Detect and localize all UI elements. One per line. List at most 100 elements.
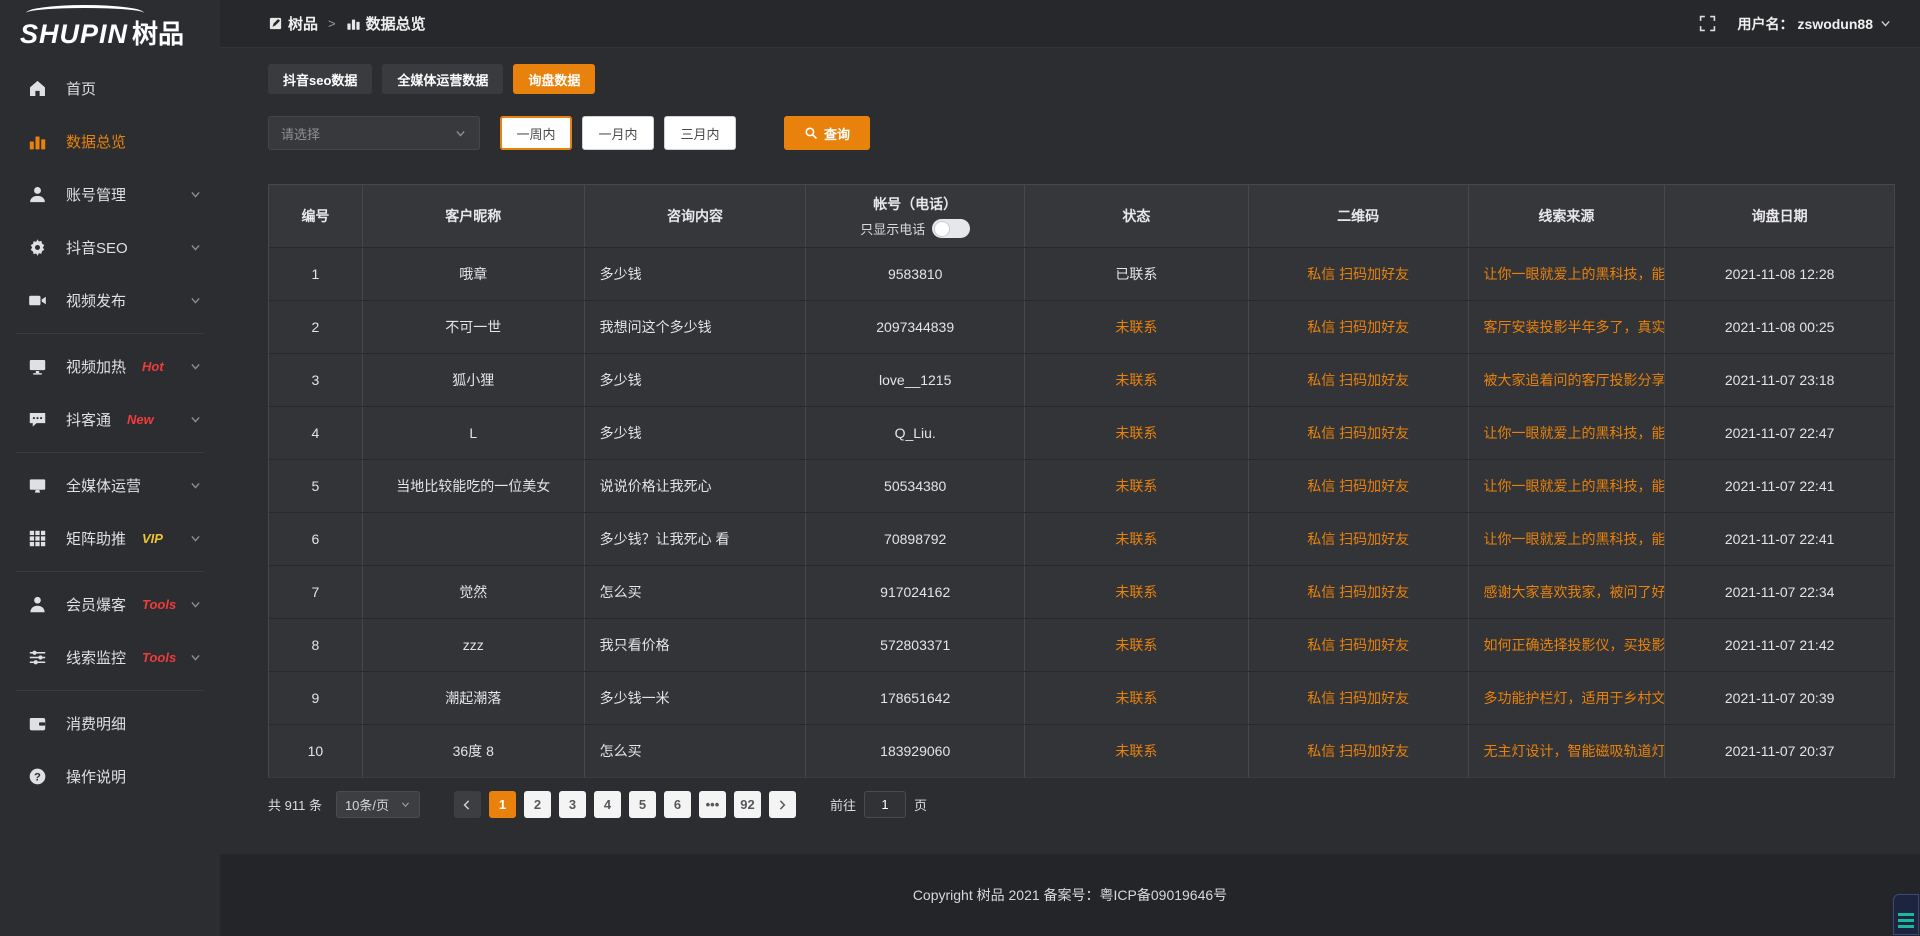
cell-source-link[interactable]: 让你一眼就爱上的黑科技，能... <box>1469 460 1666 512</box>
tab-询盘数据[interactable]: 询盘数据 <box>513 64 595 94</box>
cell-qrcode-link[interactable]: 私信 扫码加好友 <box>1249 460 1469 512</box>
cell-content: 多少钱 <box>585 354 807 406</box>
table-row: 1哦章多少钱9583810已联系私信 扫码加好友让你一眼就爱上的黑科技，能...… <box>269 247 1894 300</box>
page-footer: Copyright 树品 2021 备案号：粤ICP备09019646号 <box>220 854 1920 936</box>
cell-account: love__1215 <box>806 354 1025 406</box>
tab-全媒体运营数据[interactable]: 全媒体运营数据 <box>382 64 503 94</box>
cell-source-link[interactable]: 如何正确选择投影仪，买投影... <box>1469 619 1666 671</box>
cell-qrcode-link[interactable]: 私信 扫码加好友 <box>1249 354 1469 406</box>
cell-id: 10 <box>269 725 363 777</box>
goto-label: 前往 <box>830 795 856 814</box>
breadcrumb-item-home[interactable]: 树品 <box>268 13 318 34</box>
app-logo: SHUPIN树品 <box>0 0 220 56</box>
search-button[interactable]: 查询 <box>784 116 870 150</box>
sidebar-item-video-heat[interactable]: 视频加热Hot <box>0 340 220 393</box>
cell-id: 7 <box>269 566 363 618</box>
breadcrumb-item-current[interactable]: 数据总览 <box>346 13 426 34</box>
sidebar-item-operation-guide[interactable]: ?操作说明 <box>0 750 220 803</box>
home-icon <box>28 79 47 98</box>
next-page-button[interactable] <box>769 791 796 818</box>
cell-status: 已联系 <box>1025 248 1249 300</box>
sidebar-item-label: 矩阵助推 <box>66 528 126 549</box>
chevron-right-icon <box>776 799 788 811</box>
fullscreen-icon[interactable] <box>1699 15 1716 32</box>
table-row: 2不可一世我想问这个多少钱2097344839未联系私信 扫码加好友客厅安装投影… <box>269 300 1894 353</box>
sidebar-item-member-baoke[interactable]: 会员爆客Tools <box>0 578 220 631</box>
table-row: 6多少钱？让我死心 看70898792未联系私信 扫码加好友让你一眼就爱上的黑科… <box>269 512 1894 565</box>
column-header-2: 咨询内容 <box>585 185 807 247</box>
cell-date: 2021-11-07 22:47 <box>1665 407 1894 459</box>
goto-page-input[interactable] <box>864 791 906 818</box>
sidebar-item-home[interactable]: 首页 <box>0 62 220 115</box>
screen-icon <box>28 357 47 376</box>
cell-content: 多少钱 <box>585 248 807 300</box>
cell-source-link[interactable]: 多功能护栏灯，适用于乡村文... <box>1469 672 1666 724</box>
gear-icon <box>28 238 47 257</box>
sidebar-item-data-overview[interactable]: 数据总览 <box>0 115 220 168</box>
phone-toggle-label: 只显示电话 <box>860 219 925 238</box>
inquiry-table: 编号客户昵称咨询内容帐号（电话）只显示电话状态二维码线索来源询盘日期1哦章多少钱… <box>268 184 1895 778</box>
cell-source-link[interactable]: 感谢大家喜欢我家，被问了好... <box>1469 566 1666 618</box>
phone-only-toggle[interactable] <box>932 219 970 238</box>
page-button-5[interactable]: 5 <box>629 791 656 818</box>
page-button-4[interactable]: 4 <box>594 791 621 818</box>
cell-qrcode-link[interactable]: 私信 扫码加好友 <box>1249 407 1469 459</box>
range-button-一月内[interactable]: 一月内 <box>582 116 654 150</box>
sidebar-item-label: 会员爆客 <box>66 594 126 615</box>
cell-source-link[interactable]: 让你一眼就爱上的黑科技，能... <box>1469 513 1666 565</box>
search-button-label: 查询 <box>824 124 850 143</box>
cell-source-link[interactable]: 让你一眼就爱上的黑科技，能... <box>1469 407 1666 459</box>
cell-nickname <box>363 513 585 565</box>
page-button-6[interactable]: 6 <box>664 791 691 818</box>
breadcrumb-label: 数据总览 <box>366 13 426 34</box>
cell-qrcode-link[interactable]: 私信 扫码加好友 <box>1249 619 1469 671</box>
page-button-3[interactable]: 3 <box>559 791 586 818</box>
cell-source-link[interactable]: 无主灯设计，智能磁吸轨道灯... <box>1469 725 1666 777</box>
range-button-三月内[interactable]: 三月内 <box>664 116 736 150</box>
tab-抖音seo数据[interactable]: 抖音seo数据 <box>268 64 372 94</box>
board-icon <box>268 16 283 31</box>
cell-qrcode-link[interactable]: 私信 扫码加好友 <box>1249 725 1469 777</box>
pagination: 共 911 条 10条/页 123456•••92 前往 页 <box>268 791 1895 818</box>
cell-source-link[interactable]: 客厅安装投影半年多了，真实... <box>1469 301 1666 353</box>
cell-qrcode-link[interactable]: 私信 扫码加好友 <box>1249 513 1469 565</box>
cell-qrcode-link[interactable]: 私信 扫码加好友 <box>1249 672 1469 724</box>
sidebar-item-matrix-boost[interactable]: 矩阵助推VIP <box>0 512 220 565</box>
user-menu[interactable]: 用户名： zswodun88 <box>1738 14 1892 34</box>
cell-qrcode-link[interactable]: 私信 扫码加好友 <box>1249 566 1469 618</box>
sidebar-item-douketong[interactable]: 抖客通New <box>0 393 220 446</box>
sidebar-item-media-operation[interactable]: 全媒体运营 <box>0 459 220 512</box>
column-header-0: 编号 <box>269 185 363 247</box>
svg-text:?: ? <box>34 771 41 783</box>
page-button-92[interactable]: 92 <box>734 791 761 818</box>
cell-qrcode-link[interactable]: 私信 扫码加好友 <box>1249 301 1469 353</box>
sidebar-item-account-manage[interactable]: 账号管理 <box>0 168 220 221</box>
sidebar-item-clue-monitor[interactable]: 线索监控Tools <box>0 631 220 684</box>
table-row: 3狐小狸多少钱love__1215未联系私信 扫码加好友被大家追着问的客厅投影分… <box>269 353 1894 406</box>
select-placeholder: 请选择 <box>281 124 320 143</box>
table-row: 4L多少钱Q_Liu.未联系私信 扫码加好友让你一眼就爱上的黑科技，能...20… <box>269 406 1894 459</box>
page-more-button[interactable]: ••• <box>699 791 726 818</box>
range-button-一周内[interactable]: 一周内 <box>500 116 572 150</box>
account-select[interactable]: 请选择 <box>268 116 480 150</box>
page-button-2[interactable]: 2 <box>524 791 551 818</box>
page-button-1[interactable]: 1 <box>489 791 516 818</box>
prev-page-button[interactable] <box>454 791 481 818</box>
cell-source-link[interactable]: 被大家追着问的客厅投影分享... <box>1469 354 1666 406</box>
sidebar-item-consume-detail[interactable]: 消费明细 <box>0 697 220 750</box>
cell-content: 我只看价格 <box>585 619 807 671</box>
sidebar-item-label: 全媒体运营 <box>66 475 141 496</box>
cell-qrcode-link[interactable]: 私信 扫码加好友 <box>1249 248 1469 300</box>
sidebar-item-video-publish[interactable]: 视频发布 <box>0 274 220 327</box>
cell-account: 9583810 <box>806 248 1025 300</box>
chevron-down-icon <box>189 598 202 611</box>
page-size-select[interactable]: 10条/页 <box>336 791 420 818</box>
chart-icon <box>346 16 361 31</box>
sidebar-divider <box>16 333 204 334</box>
floating-widget[interactable] <box>1893 894 1919 935</box>
sidebar-item-douyin-seo[interactable]: 抖音SEO <box>0 221 220 274</box>
cell-status: 未联系 <box>1025 301 1249 353</box>
cell-source-link[interactable]: 让你一眼就爱上的黑科技，能... <box>1469 248 1666 300</box>
logo-arc <box>26 5 144 21</box>
sidebar-item-label: 首页 <box>66 78 96 99</box>
